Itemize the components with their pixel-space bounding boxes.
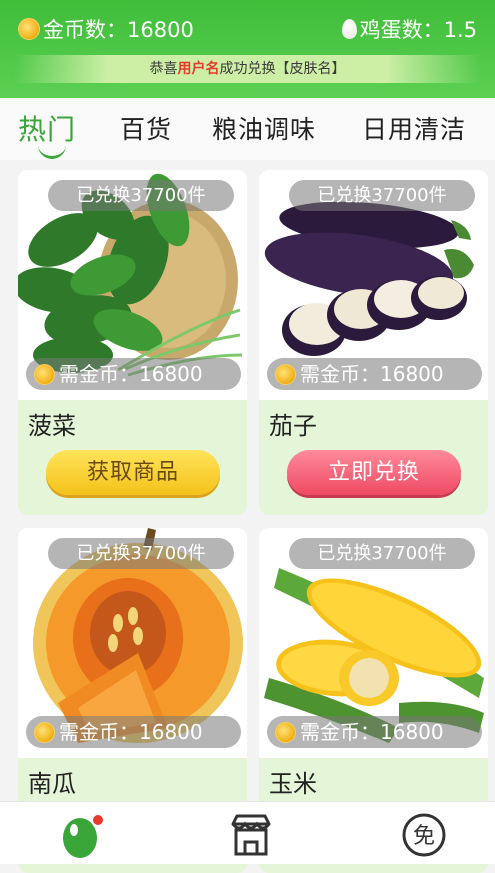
coin-icon [34, 721, 55, 743]
redeemed-count-badge: 已兑换37700件 [48, 538, 234, 569]
spinach-image: 已兑换37700件 需金币：16800 [18, 170, 247, 400]
notice-prefix: 恭喜 [149, 61, 178, 77]
egg-count: 鸡蛋数：1.5 [359, 18, 477, 42]
product-info: 菠菜 获取商品 [18, 400, 247, 515]
redeem-now-button[interactable]: 立即兑换 [287, 450, 461, 495]
get-product-button[interactable]: 获取商品 [46, 450, 220, 495]
pumpkin-image: 已兑换37700件 需金币：16800 [18, 528, 247, 758]
egg-home-icon [63, 815, 103, 858]
coin-icon [34, 363, 55, 385]
product-card-eggplant[interactable]: 已兑换37700件 需金币：16800 茄子 立即兑换 [259, 170, 488, 515]
product-name: 南瓜 [28, 770, 76, 798]
coin-count: 金币数：16800 [43, 18, 194, 42]
product-name: 玉米 [269, 770, 317, 798]
product-info: 茄子 立即兑换 [259, 400, 488, 515]
egg-icon [341, 19, 357, 39]
redeemed-count-badge: 已兑换37700件 [48, 180, 234, 211]
redeem-notice: 恭喜用户名成功兑换【皮肤名】 [14, 55, 481, 83]
notice-suffix: 成功兑换【皮肤名】 [219, 61, 346, 77]
header-banner: 金币数：16800 鸡蛋数：1.5 恭喜用户名成功兑换【皮肤名】 [0, 0, 495, 98]
eggplant-image: 已兑换37700件 需金币：16800 [259, 170, 488, 400]
nav-home[interactable] [58, 812, 106, 858]
category-tabs: 热门 百货 粮油调味 日用清洁 [0, 98, 495, 160]
redeemed-count-badge: 已兑换37700件 [289, 538, 475, 569]
price-badge: 需金币：16800 [26, 716, 241, 748]
free-label: 免 [413, 824, 435, 849]
tab-grain-oil[interactable]: 粮油调味 [212, 110, 316, 146]
tab-daily-cleaning[interactable]: 日用清洁 [362, 110, 466, 146]
stats-row: 金币数：16800 鸡蛋数：1.5 [18, 14, 477, 44]
price-badge: 需金币：16800 [267, 716, 482, 748]
coin-icon [275, 721, 296, 743]
nav-free[interactable]: 免 [400, 812, 448, 858]
nav-shop[interactable] [227, 812, 275, 858]
tab-hot[interactable]: 热门 [18, 108, 76, 148]
notice-username: 用户名 [177, 61, 220, 77]
product-name: 茄子 [269, 412, 317, 440]
egg-stat: 鸡蛋数：1.5 [341, 14, 477, 44]
price-label: 需金币：16800 [300, 362, 444, 386]
active-tab-indicator [38, 144, 66, 159]
price-label: 需金币：16800 [59, 362, 203, 386]
coin-icon [275, 363, 296, 385]
redeemed-count-badge: 已兑换37700件 [289, 180, 475, 211]
product-name: 菠菜 [28, 412, 76, 440]
coin-icon [18, 18, 40, 40]
price-badge: 需金币：16800 [267, 358, 482, 390]
corn-image: 已兑换37700件 需金币：16800 [259, 528, 488, 758]
price-label: 需金币：16800 [300, 720, 444, 744]
bottom-nav: 免 [0, 801, 495, 864]
price-label: 需金币：16800 [59, 720, 203, 744]
free-icon: 免 [402, 813, 446, 857]
shop-icon [231, 814, 271, 856]
tab-general-goods[interactable]: 百货 [120, 110, 172, 146]
price-badge: 需金币：16800 [26, 358, 241, 390]
coin-stat: 金币数：16800 [18, 14, 194, 44]
product-card-spinach[interactable]: 已兑换37700件 需金币：16800 菠菜 获取商品 [18, 170, 247, 515]
